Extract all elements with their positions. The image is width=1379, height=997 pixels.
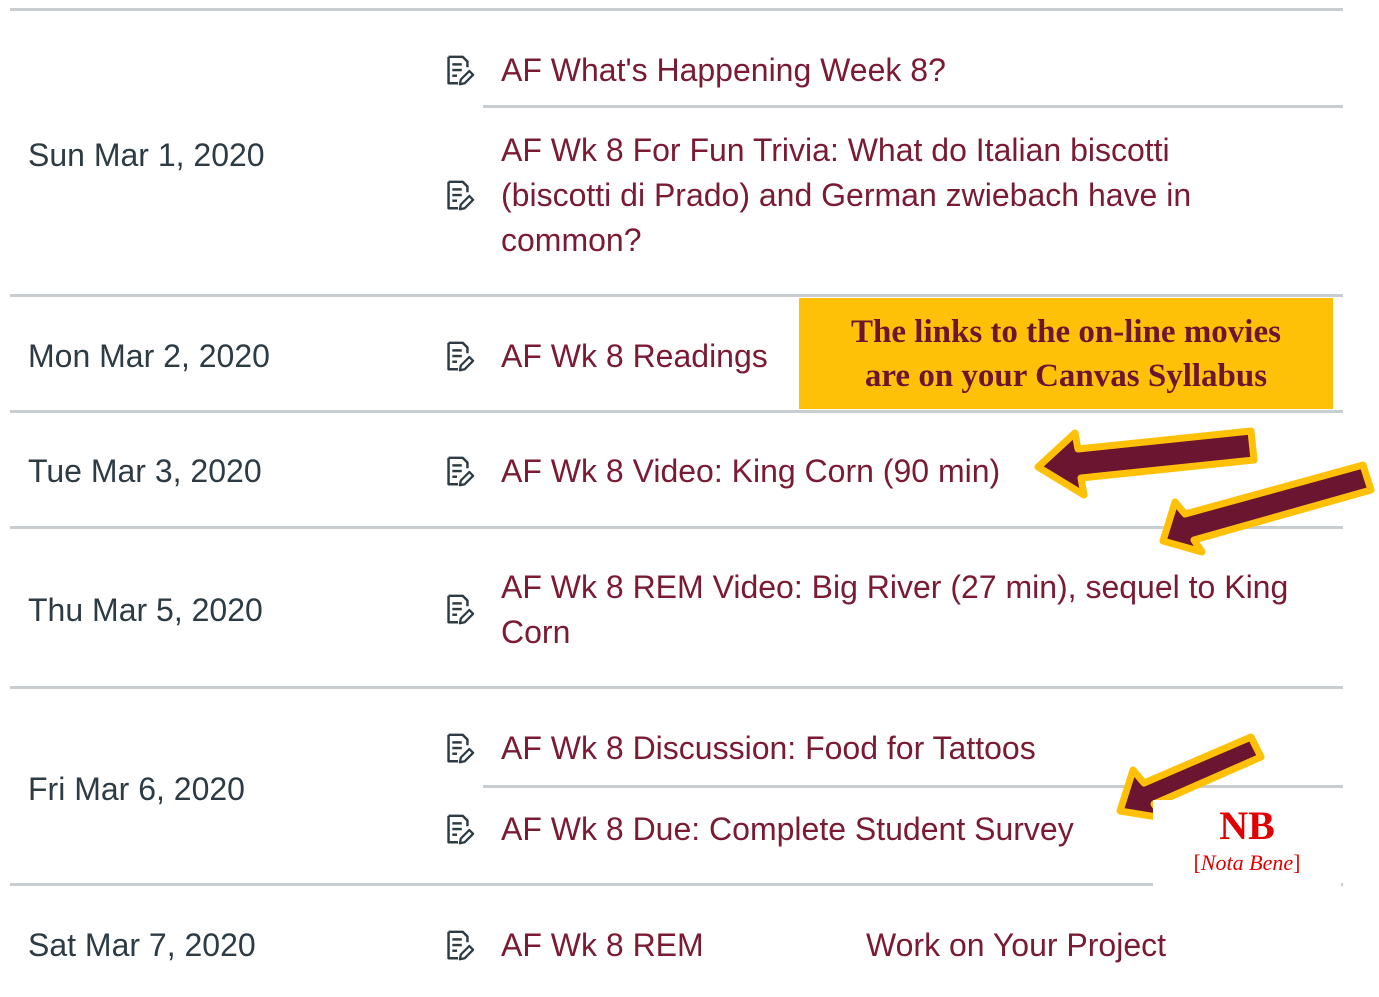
arrow-king-corn	[1034, 427, 1258, 499]
nota-bene-note: NB [Nota Bene]	[1153, 800, 1341, 890]
nb-subtitle: [Nota Bene]	[1193, 850, 1301, 875]
arrow-big-river	[1159, 461, 1375, 556]
nb-title: NB	[1219, 803, 1275, 848]
